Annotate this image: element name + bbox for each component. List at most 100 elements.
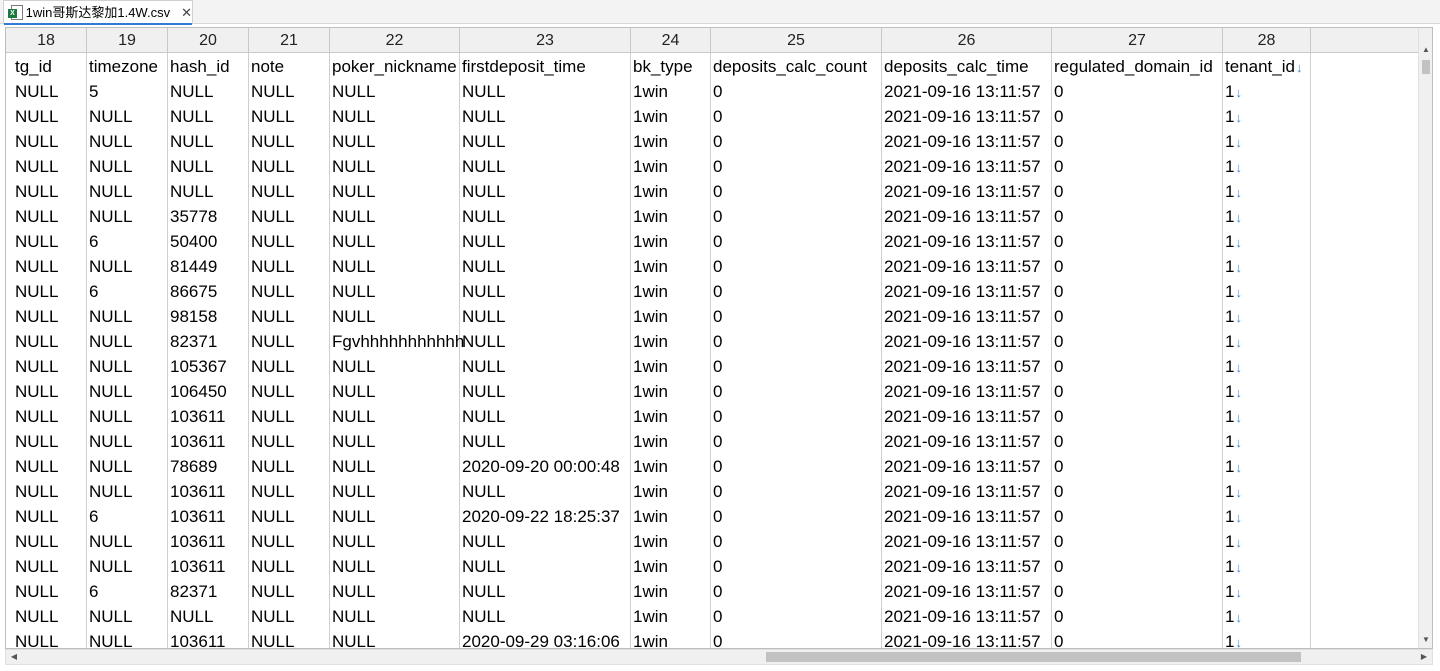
- table-cell[interactable]: 0: [1052, 104, 1223, 129]
- table-cell[interactable]: 0: [711, 204, 882, 229]
- column-number[interactable]: 24: [631, 28, 711, 53]
- table-cell[interactable]: NULL: [460, 529, 631, 554]
- table-cell[interactable]: 1win: [631, 354, 711, 379]
- table-cell[interactable]: 0: [1052, 504, 1223, 529]
- table-cell[interactable]: 1↓: [1223, 379, 1311, 404]
- table-cell[interactable]: NULL: [87, 104, 168, 129]
- table-cell[interactable]: 2021-09-16 13:11:57: [882, 404, 1052, 429]
- table-cell[interactable]: NULL: [330, 204, 460, 229]
- table-cell[interactable]: NULL: [6, 354, 87, 379]
- table-cell[interactable]: 2021-09-16 13:11:57: [882, 579, 1052, 604]
- table-cell[interactable]: 103611: [168, 529, 249, 554]
- table-cell[interactable]: NULL: [249, 329, 330, 354]
- table-cell[interactable]: NULL: [6, 104, 87, 129]
- table-cell[interactable]: NULL: [249, 504, 330, 529]
- table-cell[interactable]: NULL: [330, 554, 460, 579]
- table-cell[interactable]: 82371: [168, 329, 249, 354]
- table-cell[interactable]: NULL: [87, 154, 168, 179]
- header-cell[interactable]: tenant_id↓: [1223, 54, 1311, 79]
- table-cell[interactable]: 0: [711, 604, 882, 629]
- table-cell[interactable]: NULL: [87, 379, 168, 404]
- column-number[interactable]: 26: [882, 28, 1052, 53]
- table-cell[interactable]: NULL: [460, 304, 631, 329]
- header-cell[interactable]: deposits_calc_time: [882, 54, 1052, 79]
- table-cell[interactable]: 0: [1052, 154, 1223, 179]
- scroll-right-icon[interactable]: ▶: [1416, 650, 1432, 664]
- table-cell[interactable]: 1↓: [1223, 279, 1311, 304]
- table-cell[interactable]: 1↓: [1223, 304, 1311, 329]
- table-cell[interactable]: NULL: [330, 104, 460, 129]
- table-cell[interactable]: 2021-09-16 13:11:57: [882, 354, 1052, 379]
- table-cell[interactable]: 1↓: [1223, 204, 1311, 229]
- table-cell[interactable]: NULL: [330, 529, 460, 554]
- table-cell[interactable]: 1↓: [1223, 179, 1311, 204]
- table-cell[interactable]: 1↓: [1223, 404, 1311, 429]
- horizontal-scroll-thumb[interactable]: [766, 652, 1301, 662]
- table-cell[interactable]: 0: [1052, 479, 1223, 504]
- table-cell[interactable]: 1↓: [1223, 604, 1311, 629]
- table-cell[interactable]: 0: [711, 479, 882, 504]
- table-cell[interactable]: NULL: [330, 504, 460, 529]
- header-cell[interactable]: note: [249, 54, 330, 79]
- table-cell[interactable]: NULL: [249, 204, 330, 229]
- table-cell[interactable]: NULL: [249, 379, 330, 404]
- table-cell[interactable]: 1↓: [1223, 479, 1311, 504]
- table-cell[interactable]: 0: [711, 254, 882, 279]
- table-cell[interactable]: 2020-09-29 03:16:06: [460, 629, 631, 648]
- header-cell[interactable]: tg_id: [6, 54, 87, 79]
- table-cell[interactable]: 1↓: [1223, 129, 1311, 154]
- table-cell[interactable]: NULL: [87, 329, 168, 354]
- table-cell[interactable]: 0: [711, 404, 882, 429]
- table-cell[interactable]: 2021-09-16 13:11:57: [882, 204, 1052, 229]
- table-cell[interactable]: NULL: [249, 479, 330, 504]
- table-cell[interactable]: 1win: [631, 404, 711, 429]
- table-cell[interactable]: NULL: [249, 79, 330, 104]
- table-cell[interactable]: 0: [1052, 429, 1223, 454]
- table-cell[interactable]: 2021-09-16 13:11:57: [882, 279, 1052, 304]
- table-cell[interactable]: NULL: [6, 204, 87, 229]
- table-cell[interactable]: NULL: [87, 554, 168, 579]
- table-cell[interactable]: 86675: [168, 279, 249, 304]
- table-cell[interactable]: NULL: [460, 429, 631, 454]
- table-cell[interactable]: NULL: [330, 279, 460, 304]
- table-cell[interactable]: 1↓: [1223, 629, 1311, 648]
- table-cell[interactable]: 1win: [631, 504, 711, 529]
- column-number[interactable]: 22: [330, 28, 460, 53]
- table-cell[interactable]: NULL: [460, 604, 631, 629]
- table-cell[interactable]: NULL: [460, 554, 631, 579]
- table-cell[interactable]: NULL: [330, 579, 460, 604]
- table-cell[interactable]: 1↓: [1223, 579, 1311, 604]
- table-cell[interactable]: 1win: [631, 479, 711, 504]
- table-cell[interactable]: NULL: [460, 379, 631, 404]
- column-number[interactable]: 21: [249, 28, 330, 53]
- table-cell[interactable]: 0: [1052, 629, 1223, 648]
- table-cell[interactable]: 0: [711, 329, 882, 354]
- table-cell[interactable]: 35778: [168, 204, 249, 229]
- table-cell[interactable]: 50400: [168, 229, 249, 254]
- table-cell[interactable]: NULL: [330, 629, 460, 648]
- table-cell[interactable]: NULL: [249, 229, 330, 254]
- table-cell[interactable]: 2021-09-16 13:11:57: [882, 379, 1052, 404]
- table-cell[interactable]: NULL: [6, 629, 87, 648]
- table-cell[interactable]: 0: [711, 354, 882, 379]
- table-cell[interactable]: 2021-09-16 13:11:57: [882, 229, 1052, 254]
- table-cell[interactable]: 1win: [631, 279, 711, 304]
- table-cell[interactable]: 2021-09-16 13:11:57: [882, 329, 1052, 354]
- table-cell[interactable]: NULL: [6, 304, 87, 329]
- table-cell[interactable]: 0: [1052, 129, 1223, 154]
- table-cell[interactable]: NULL: [460, 354, 631, 379]
- table-cell[interactable]: 0: [711, 554, 882, 579]
- table-cell[interactable]: 0: [1052, 354, 1223, 379]
- horizontal-scrollbar[interactable]: ◀ ▶: [5, 649, 1433, 665]
- table-cell[interactable]: NULL: [460, 229, 631, 254]
- table-cell[interactable]: 6: [87, 579, 168, 604]
- table-cell[interactable]: 0: [711, 629, 882, 648]
- table-cell[interactable]: 1↓: [1223, 354, 1311, 379]
- table-cell[interactable]: NULL: [87, 354, 168, 379]
- table-cell[interactable]: NULL: [6, 379, 87, 404]
- table-cell[interactable]: NULL: [460, 204, 631, 229]
- table-cell[interactable]: NULL: [6, 79, 87, 104]
- table-cell[interactable]: 1↓: [1223, 154, 1311, 179]
- table-cell[interactable]: 78689: [168, 454, 249, 479]
- table-cell[interactable]: NULL: [87, 629, 168, 648]
